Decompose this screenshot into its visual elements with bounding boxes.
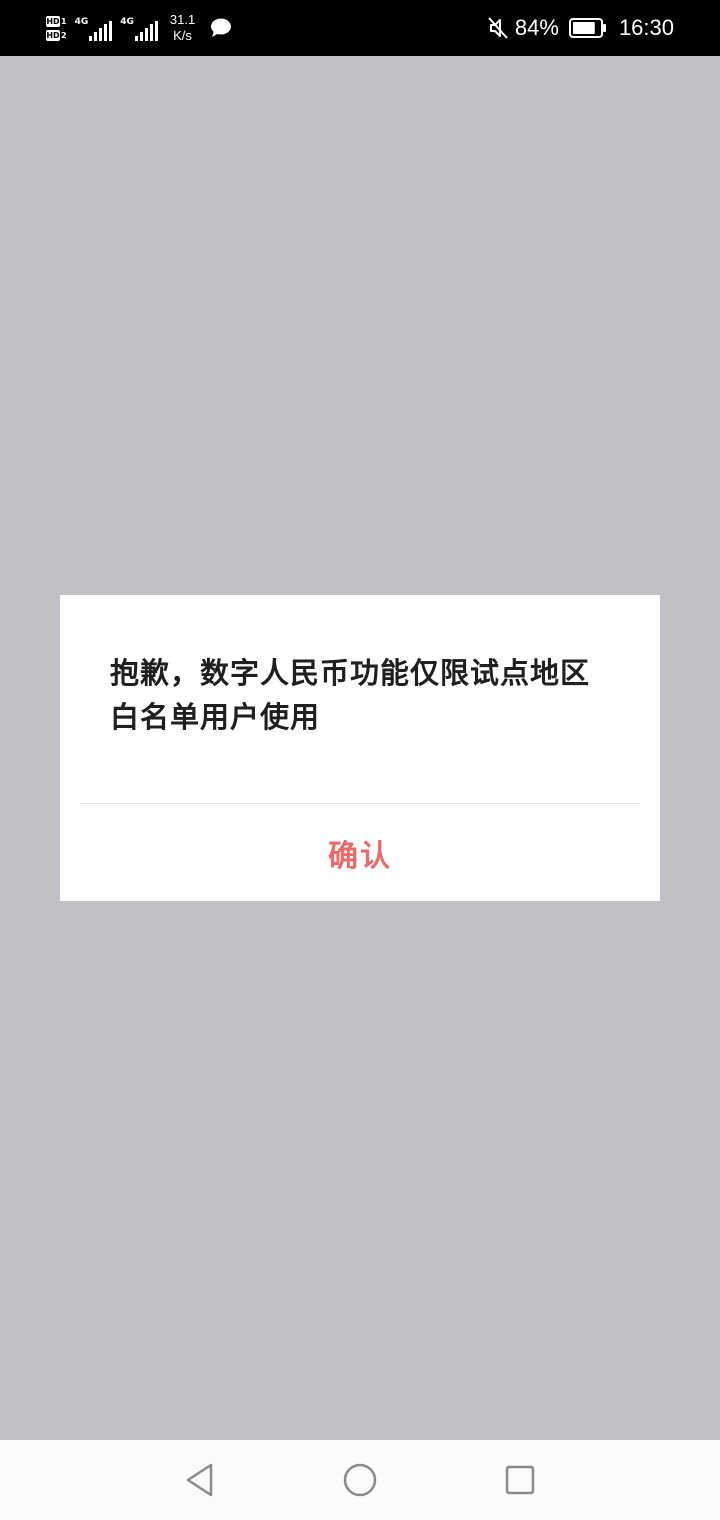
chat-bubble-icon [211,18,232,37]
battery-percent: 84% [514,15,559,40]
back-button[interactable] [180,1460,220,1500]
recents-button[interactable] [500,1460,540,1500]
signal-bars-icon [89,21,113,41]
signal-bars-icon [134,21,158,41]
sim1-index: 1 [61,16,67,26]
sim2-network-type: 4G [120,17,134,27]
network-speed: 31.1 K/s [170,12,195,44]
home-button[interactable] [340,1460,380,1500]
net-speed-unit: K/s [173,28,192,43]
status-bar: HD 1 HD 2 4G 4G 31.1 K/s 84% 16:30 [0,0,720,56]
sim2-hd-badge: HD 2 [46,29,67,41]
sim1-hd-label: HD [46,15,60,27]
status-bar-left: HD 1 HD 2 4G 4G 31.1 K/s [46,8,233,48]
confirm-button[interactable]: 确认 [60,804,660,901]
status-bar-right: 84% 16:30 [487,8,674,48]
sim1-hd-badge: HD 1 [46,15,67,27]
sim2-signal: 4G [120,15,158,41]
alert-dialog: 抱歉，数字人民币功能仅限试点地区白名单用户使用 确认 [60,595,660,901]
volte-indicators: HD 1 HD 2 [46,15,67,41]
home-circle-icon [343,1463,377,1497]
sim1-signal: 4G [75,15,113,41]
battery-icon [568,18,606,38]
navigation-bar [0,1440,720,1520]
recents-square-icon [505,1465,535,1495]
clock: 16:30 [618,15,674,40]
sim2-hd-label: HD [46,29,60,41]
sim1-network-type: 4G [74,17,89,27]
net-speed-value: 31.1 [169,12,196,27]
dialog-message: 抱歉，数字人民币功能仅限试点地区白名单用户使用 [110,656,591,734]
sim2-index: 2 [61,30,67,40]
mute-icon [488,17,508,39]
back-triangle-icon [186,1463,213,1497]
